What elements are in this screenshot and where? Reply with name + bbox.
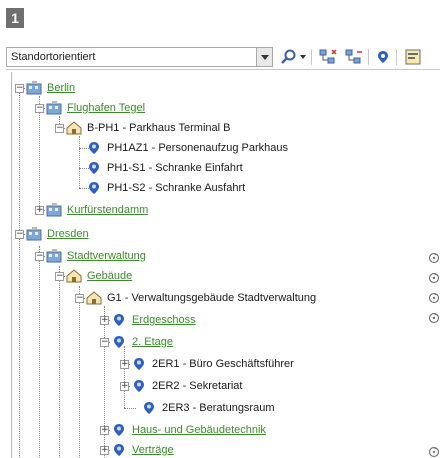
equipment-pin-icon — [86, 181, 102, 195]
tree-item-dresden[interactable]: − Dresden — [15, 224, 89, 244]
building-icon — [86, 291, 102, 305]
expand-toggle[interactable]: + — [120, 359, 129, 369]
tree-item-vertraege[interactable]: + Verträge — [100, 440, 174, 458]
tree-item-ph1az1[interactable]: PH1AZ1 - Personenaufzug Parkhaus — [86, 138, 288, 158]
collapse-toggle[interactable]: − — [55, 123, 64, 133]
tree-item-label[interactable]: Gebäude — [87, 270, 132, 282]
search-icon[interactable] — [278, 48, 298, 66]
status-sync-icon[interactable] — [428, 272, 440, 284]
tree-item-b-ph1[interactable]: − B-PH1 - Parkhaus Terminal B — [55, 118, 230, 138]
tree-item-label[interactable]: Verträge — [132, 444, 174, 456]
panel-icon[interactable] — [404, 48, 422, 66]
tree-view[interactable]: − Berlin − Flughafen Tegel − B-PH1 - Par… — [6, 72, 440, 458]
equipment-pin-icon — [131, 357, 147, 371]
city-icon — [26, 81, 42, 95]
tree-item-label[interactable]: Erdgeschoss — [132, 314, 196, 326]
tree-item-label[interactable]: PH1-S2 - Schranke Ausfahrt — [107, 182, 245, 194]
tree-item-2er1[interactable]: + 2ER1 - Büro Geschäftsführer — [120, 354, 294, 374]
site-icon — [46, 249, 62, 263]
status-sync-icon[interactable] — [428, 446, 440, 458]
tree-item-label[interactable]: 2ER3 - Beratungsraum — [162, 402, 275, 414]
collapse-toggle[interactable]: − — [35, 251, 44, 261]
tree-item-2er3[interactable]: 2ER3 - Beratungsraum — [141, 398, 275, 418]
toolbar-separator — [396, 49, 397, 65]
tree-item-label[interactable]: Dresden — [47, 228, 89, 240]
expand-toggle[interactable]: + — [100, 445, 109, 455]
location-tree: − Berlin − Flughafen Tegel − B-PH1 - Par… — [6, 72, 440, 458]
site-icon — [46, 101, 62, 115]
tree-item-kurfuerstendamm[interactable]: + Kurfürstendamm — [35, 200, 148, 220]
equipment-pin-icon — [111, 423, 127, 437]
tree-item-label[interactable]: Flughafen Tegel — [67, 102, 145, 114]
toolbar: Standortorientiert — [6, 44, 440, 70]
tree-item-ph1-s1[interactable]: PH1-S1 - Schranke Einfahrt — [86, 158, 243, 178]
tree-item-label[interactable]: G1 - Verwaltungsgebäude Stadtverwaltung — [107, 292, 316, 304]
building-icon — [66, 121, 82, 135]
tree-item-2-etage[interactable]: − 2. Etage — [100, 332, 173, 352]
tree-item-flughafen-tegel[interactable]: − Flughafen Tegel — [35, 98, 145, 118]
equipment-pin-icon — [141, 401, 157, 415]
collapse-toggle[interactable]: − — [15, 229, 24, 239]
collapse-toggle[interactable]: − — [35, 103, 44, 113]
collapse-toggle[interactable]: − — [55, 271, 64, 281]
equipment-pin-icon — [111, 313, 127, 327]
tree-item-g1[interactable]: − G1 - Verwaltungsgebäude Stadtverwaltun… — [75, 288, 316, 308]
tree-item-label[interactable]: Haus- und Gebäudetechnik — [132, 424, 266, 436]
expand-toggle[interactable]: + — [35, 205, 44, 215]
expand-toggle[interactable]: + — [120, 381, 129, 391]
tree-item-label[interactable]: PH1-S1 - Schranke Einfahrt — [107, 162, 243, 174]
collapse-toggle[interactable]: − — [15, 83, 24, 93]
equipment-pin-icon — [131, 379, 147, 393]
tree-item-gebaeude[interactable]: − Gebäude — [55, 266, 132, 286]
collapse-toggle[interactable]: − — [75, 293, 84, 303]
step-number-badge: 1 — [6, 8, 24, 28]
site-icon — [46, 203, 62, 217]
status-sync-icon[interactable] — [428, 312, 440, 324]
collapse-toggle[interactable]: − — [100, 337, 109, 347]
tree-collapse-icon[interactable] — [344, 48, 364, 66]
tree-item-label[interactable]: Kurfürstendamm — [67, 204, 148, 216]
tree-item-label[interactable]: 2. Etage — [132, 336, 173, 348]
dropdown-arrow-icon[interactable] — [256, 48, 272, 66]
equipment-pin-icon — [111, 335, 127, 349]
tree-item-label[interactable]: Stadtverwaltung — [67, 250, 146, 262]
status-sync-icon[interactable] — [428, 292, 440, 304]
tree-item-label[interactable]: Berlin — [47, 82, 75, 94]
chevron-down-icon[interactable] — [299, 48, 307, 66]
view-mode-select[interactable]: Standortorientiert — [6, 47, 273, 67]
status-sync-icon[interactable] — [428, 252, 440, 264]
tree-item-berlin[interactable]: − Berlin — [15, 78, 75, 98]
tree-item-ph1-s2[interactable]: PH1-S2 - Schranke Ausfahrt — [86, 178, 245, 198]
tree-item-erdgeschoss[interactable]: + Erdgeschoss — [100, 310, 196, 330]
expand-toggle[interactable]: + — [100, 315, 109, 325]
equipment-pin-icon — [86, 161, 102, 175]
toolbar-separator — [368, 49, 369, 65]
tree-item-label[interactable]: 2ER1 - Büro Geschäftsführer — [152, 358, 294, 370]
city-icon — [26, 227, 42, 241]
equipment-pin-icon — [86, 141, 102, 155]
tree-item-haustechnik[interactable]: + Haus- und Gebäudetechnik — [100, 420, 266, 440]
step-number: 1 — [11, 10, 19, 26]
location-pin-icon[interactable] — [374, 48, 392, 66]
building-icon — [66, 269, 82, 283]
tree-expand-icon[interactable] — [318, 48, 338, 66]
tree-item-2er2[interactable]: + 2ER2 - Sekretariat — [120, 376, 242, 396]
view-mode-value: Standortorientiert — [11, 51, 96, 63]
expand-toggle[interactable]: + — [100, 425, 109, 435]
toolbar-separator — [311, 49, 312, 65]
tree-item-label[interactable]: B-PH1 - Parkhaus Terminal B — [87, 122, 230, 134]
tree-item-label[interactable]: PH1AZ1 - Personenaufzug Parkhaus — [107, 142, 288, 154]
tree-item-label[interactable]: 2ER2 - Sekretariat — [152, 380, 242, 392]
tree-item-stadtverwaltung[interactable]: − Stadtverwaltung — [35, 246, 146, 266]
equipment-pin-icon — [111, 443, 127, 457]
